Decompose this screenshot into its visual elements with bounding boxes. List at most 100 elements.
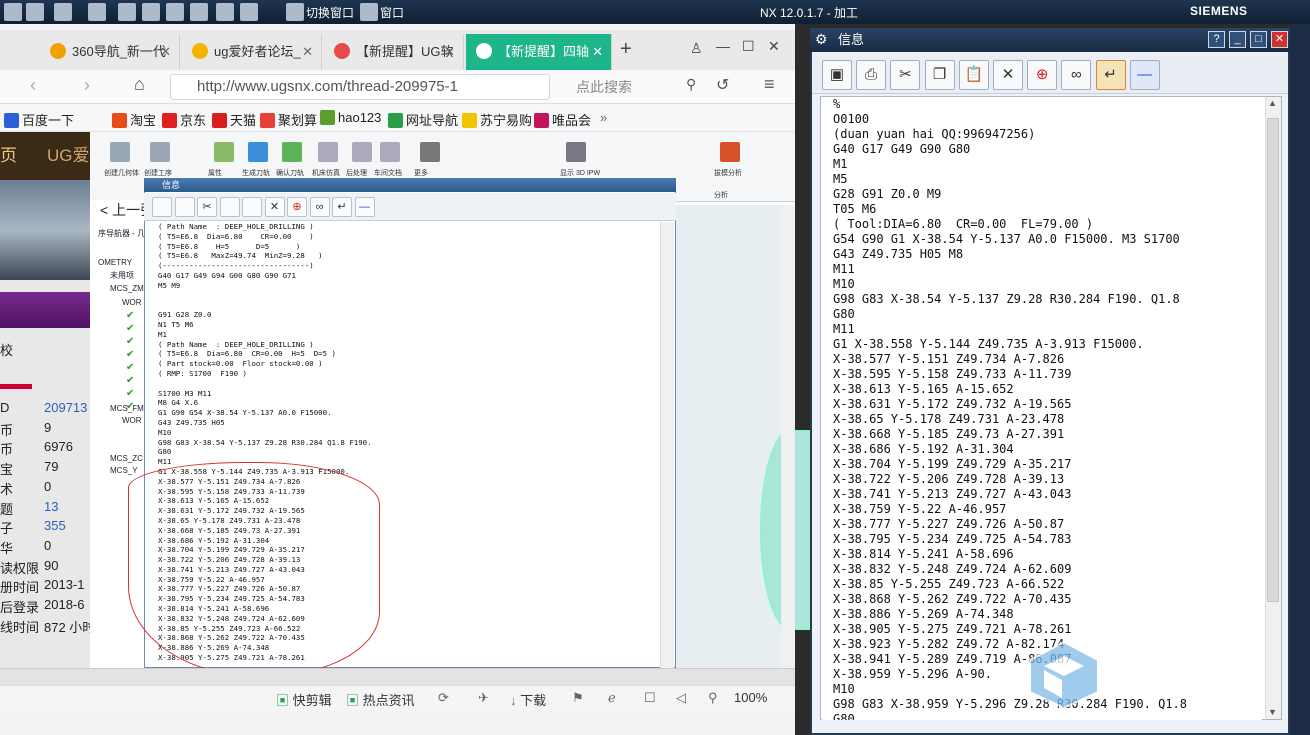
ribbon-button[interactable]: 分析	[714, 190, 728, 200]
bookmark-hao123[interactable]: hao123	[320, 110, 381, 125]
ribbon-button[interactable]: 创建工序	[144, 168, 172, 178]
scroll-up-icon[interactable]: ▲	[1268, 98, 1277, 108]
wrap-icon[interactable]: ↵	[1095, 60, 1126, 90]
cut-icon[interactable]	[118, 3, 136, 21]
open-icon[interactable]	[26, 3, 44, 21]
navigator-item[interactable]: 未用项	[110, 270, 134, 281]
home-icon[interactable]: ⌂	[134, 74, 145, 95]
close-button[interactable]: ✕	[1271, 31, 1288, 48]
close-icon[interactable]: ✕	[302, 34, 313, 70]
ribbon-button[interactable]: 确认刀轨	[276, 168, 304, 178]
minimize-icon[interactable]: —	[716, 38, 730, 54]
ribbon-button[interactable]: 显示 3D IPW	[560, 168, 600, 178]
bookmark-taobao[interactable]: 淘宝	[112, 110, 156, 129]
binoculars-icon[interactable]: ∞	[309, 197, 330, 217]
ribbon-button[interactable]: 车间文档	[374, 168, 402, 178]
wrap-icon[interactable]: ↵	[332, 197, 352, 217]
navigator-item[interactable]: MCS_ZC	[110, 454, 143, 463]
paste-icon[interactable]	[166, 3, 184, 21]
bookmark-vip[interactable]: 唯品会	[534, 110, 591, 129]
navigator-item[interactable]: WOR	[122, 416, 142, 425]
save-icon[interactable]: ▣	[822, 60, 852, 90]
info-scrollbar-thumb[interactable]	[1267, 118, 1279, 602]
bookmark-juhuasuan[interactable]: 聚划算	[260, 110, 317, 129]
close-icon[interactable]: ✕	[160, 34, 171, 70]
horizontal-scrollbar[interactable]	[0, 668, 795, 685]
back-icon[interactable]: ‹	[30, 75, 36, 96]
cut-icon[interactable]: ✂	[197, 197, 217, 217]
stat-value[interactable]: 209713	[44, 400, 87, 415]
ribbon-button[interactable]: 拔模分析	[714, 168, 742, 178]
bookmark-tmall[interactable]: 天猫	[212, 110, 256, 129]
switch-window-icon[interactable]	[286, 3, 304, 21]
status-pin-icon[interactable]: ✈	[478, 690, 489, 706]
zoom-icon[interactable]: ⚲	[708, 690, 718, 706]
target-icon[interactable]: ⊕	[1027, 60, 1058, 90]
tab-360-nav[interactable]: 360导航_新一代 ✕	[40, 34, 180, 70]
delete-icon[interactable]: ✕	[264, 197, 285, 217]
paste-icon[interactable]: 📋	[958, 60, 989, 90]
switch-window-button[interactable]: 切换窗口	[306, 4, 354, 21]
navigator-item[interactable]: OMETRY	[98, 258, 132, 267]
save-icon[interactable]	[152, 197, 172, 217]
shirt-icon[interactable]: ♙	[690, 40, 703, 57]
ribbon-button[interactable]: 后处理	[346, 168, 367, 178]
navigator-item[interactable]: MCS_Y	[110, 466, 138, 475]
bookmark-jd[interactable]: 京东	[162, 110, 206, 129]
search-input[interactable]: 点此搜索	[560, 74, 730, 100]
maximize-button[interactable]: □	[1250, 31, 1267, 48]
status-download[interactable]: ↓ 下载	[510, 690, 546, 709]
ribbon-button[interactable]: 创建几何体	[104, 168, 139, 178]
menu-icon[interactable]: ≡	[764, 74, 775, 95]
target-icon[interactable]: ⊕	[287, 197, 307, 217]
copy-icon[interactable]	[142, 3, 160, 21]
navigator-item[interactable]: 序导航器 - 几	[98, 228, 145, 239]
window-menu[interactable]: 窗口	[380, 4, 404, 21]
scroll-down-icon[interactable]: ▼	[1268, 707, 1277, 717]
minimize-button[interactable]: _	[1229, 31, 1246, 48]
cut-icon[interactable]: ✂	[890, 60, 921, 90]
page-scrollbar[interactable]	[781, 205, 795, 668]
save-icon[interactable]	[4, 3, 22, 21]
status-window-icon[interactable]: ☐	[644, 690, 656, 706]
more-bookmarks-icon[interactable]: »	[600, 110, 607, 125]
ribbon-button[interactable]: 机床仿真	[312, 168, 340, 178]
gear-icon[interactable]: ⚙	[815, 31, 828, 48]
status-sound-icon[interactable]: ◁	[676, 690, 686, 706]
status-flag-icon[interactable]: ⚑	[572, 690, 584, 706]
status-news[interactable]: ▣ 热点资讯	[346, 690, 415, 709]
status-refresh-icon[interactable]: ⟳	[438, 690, 449, 706]
minus-icon[interactable]: —	[1129, 60, 1160, 90]
delete-icon[interactable]: ✕	[993, 60, 1023, 90]
tab-ug-reminder[interactable]: 【新提醒】UG软 ✕	[324, 34, 464, 70]
print-icon[interactable]	[174, 197, 195, 217]
undo-icon[interactable]	[54, 3, 72, 21]
help-button[interactable]: ?	[1208, 31, 1225, 48]
stat-value[interactable]: 13	[44, 499, 58, 514]
inner-scrollbar[interactable]	[660, 222, 674, 668]
new-tab-icon[interactable]: +	[620, 38, 632, 61]
window-icon[interactable]	[360, 3, 378, 21]
navigator-item[interactable]: MCS_ZM	[110, 284, 144, 293]
ribbon-button[interactable]: 生成刀轨	[242, 168, 270, 178]
copy-icon[interactable]: ❐	[924, 60, 955, 90]
close-window-icon[interactable]: ✕	[768, 38, 780, 55]
stat-value[interactable]: 355	[44, 518, 66, 533]
bookmark-nav[interactable]: 网址导航	[388, 110, 458, 129]
close-icon[interactable]: ✕	[444, 34, 455, 70]
copy-icon[interactable]	[219, 197, 240, 217]
ribbon-button[interactable]: 更多	[414, 168, 428, 178]
bookmark-suning[interactable]: 苏宁易购	[462, 110, 532, 129]
tab-four-axis-active[interactable]: 【新提醒】四轴 ✕	[466, 34, 612, 70]
close-icon[interactable]: ✕	[592, 34, 603, 70]
status-clip[interactable]: ▣ 快剪辑	[276, 690, 332, 709]
print-icon[interactable]: ⎙	[856, 60, 887, 90]
status-ie-icon[interactable]: ℯ	[608, 690, 616, 706]
url-input[interactable]: http://www.ugsnx.com/thread-209975-1	[170, 74, 550, 100]
navigator-item[interactable]: WOR	[122, 298, 142, 307]
ribbon-button[interactable]: 属性	[208, 168, 222, 178]
maximize-icon[interactable]: ☐	[742, 38, 755, 55]
zoom-level[interactable]: 100%	[734, 690, 767, 705]
settings-icon[interactable]	[240, 3, 258, 21]
tool-icon[interactable]	[216, 3, 234, 21]
